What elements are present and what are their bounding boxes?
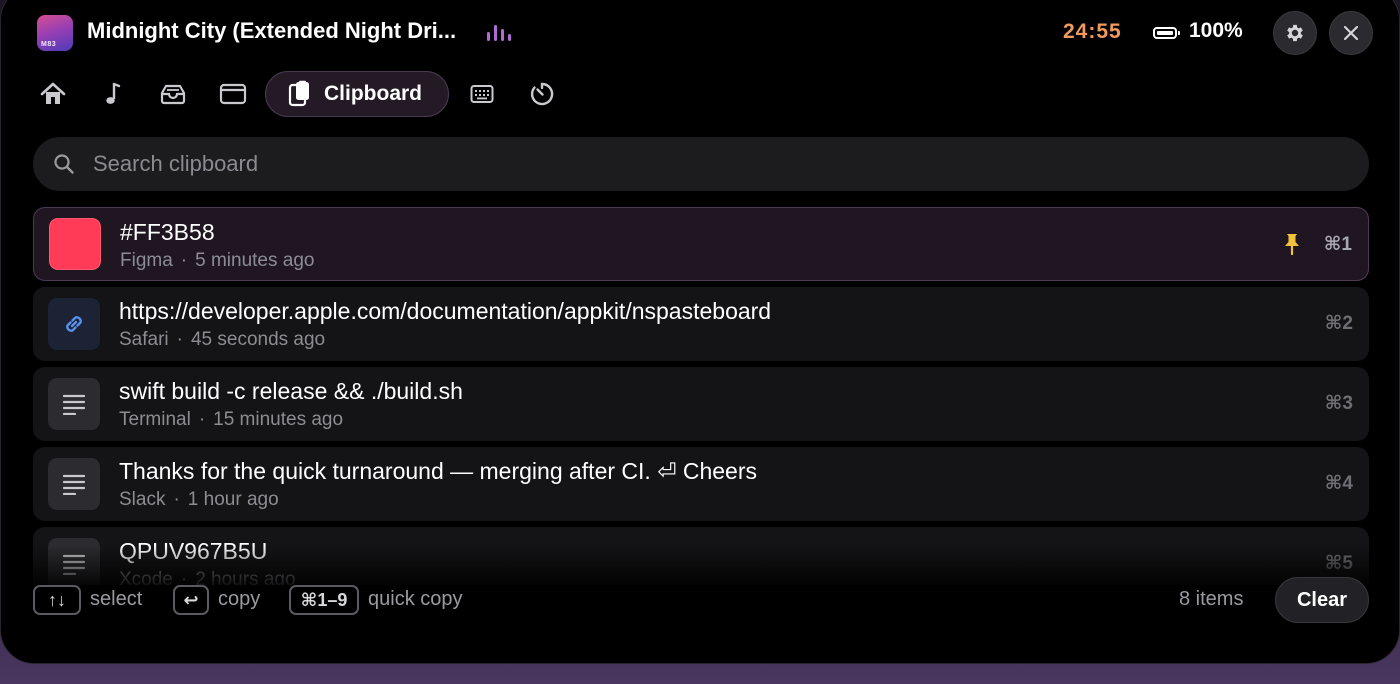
clear-button[interactable]: Clear: [1275, 577, 1369, 623]
album-art-text: M83: [41, 41, 57, 48]
quick-copy-key: ⌘1–9: [289, 585, 359, 615]
now-playing-title[interactable]: Midnight City (Extended Night Dri...: [87, 18, 456, 44]
gear-icon: [1287, 24, 1303, 42]
keyboard-icon: [470, 85, 494, 103]
item-source: Terminal: [119, 409, 191, 430]
tab-keyboard[interactable]: [462, 71, 502, 117]
item-meta: Figma · 5 minutes ago: [120, 250, 315, 271]
text-lines-icon: [62, 394, 86, 415]
item-source: Slack: [119, 489, 166, 510]
item-title: #FF3B58: [120, 219, 215, 245]
clipboard-list[interactable]: #FF3B58 Figma · 5 minutes ago ⌘1 https:/…: [33, 207, 1369, 585]
text-lines-icon: [62, 554, 86, 575]
battery-percentage: 100%: [1189, 19, 1243, 42]
select-hint: select: [90, 588, 143, 610]
clipboard-window: M83 Midnight City (Extended Night Dri...…: [0, 0, 1400, 664]
clipboard-item-2[interactable]: https://developer.apple.com/documentatio…: [33, 287, 1369, 361]
select-key: ↑↓: [33, 585, 81, 615]
item-meta: Terminal · 15 minutes ago: [119, 409, 344, 430]
equalizer-icon: [487, 25, 511, 41]
pin-icon[interactable]: [1282, 232, 1302, 256]
clipboard-item-3[interactable]: swift build -c release && ./build.sh Ter…: [33, 367, 1369, 441]
item-title: QPUV967B5U: [119, 538, 268, 564]
music-note-icon: [106, 82, 121, 104]
battery-icon: [1153, 27, 1180, 39]
item-title: swift build -c release && ./build.sh: [119, 378, 463, 404]
clipboard-item-1[interactable]: #FF3B58 Figma · 5 minutes ago ⌘1: [33, 207, 1369, 281]
item-count: 8 items: [1179, 588, 1244, 610]
item-shortcut: ⌘5: [1324, 553, 1353, 574]
item-time: 2 hours ago: [195, 569, 296, 585]
item-title: https://developer.apple.com/documentatio…: [119, 298, 772, 324]
return-key: ↩: [173, 585, 209, 615]
clipboard-item-5[interactable]: QPUV967B5U Xcode · 2 hours ago ⌘5: [33, 527, 1369, 585]
item-time: 45 seconds ago: [190, 329, 326, 350]
tab-music[interactable]: [93, 71, 133, 117]
item-time: 15 minutes ago: [213, 409, 344, 430]
home-icon: [40, 82, 66, 104]
tab-window[interactable]: [213, 71, 253, 117]
link-icon: [66, 316, 82, 332]
item-meta: Xcode · 2 hours ago: [119, 569, 296, 585]
item-shortcut: ⌘4: [1324, 473, 1353, 494]
close-icon: [1343, 25, 1359, 41]
tab-shelf[interactable]: [153, 71, 193, 117]
tab-clipboard[interactable]: Clipboard: [265, 71, 449, 117]
tab-home[interactable]: [33, 71, 73, 117]
tab-clipboard-label: Clipboard: [324, 82, 422, 105]
timer-readout[interactable]: 24:55: [1063, 20, 1122, 44]
item-meta: Slack · 1 hour ago: [119, 489, 279, 510]
text-lines-icon: [62, 474, 86, 495]
item-source: Safari: [119, 329, 169, 350]
settings-button[interactable]: [1273, 11, 1317, 55]
clipboard-icon: [288, 80, 309, 107]
search-input[interactable]: [91, 150, 1295, 178]
close-button[interactable]: [1329, 11, 1373, 55]
item-title: Thanks for the quick turnaround — mergin…: [119, 458, 758, 484]
quick-copy-hint: quick copy: [368, 588, 463, 610]
item-meta: Safari · 45 seconds ago: [119, 329, 326, 350]
tab-timer[interactable]: [522, 71, 562, 117]
item-source: Figma: [120, 250, 173, 271]
item-thumbnail: [48, 458, 100, 510]
item-shortcut: ⌘2: [1324, 313, 1353, 334]
copy-hint: copy: [218, 588, 261, 610]
item-thumbnail: [48, 538, 100, 585]
item-thumbnail: [48, 378, 100, 430]
window-icon: [219, 83, 247, 105]
color-swatch: [49, 218, 101, 270]
album-art[interactable]: M83: [37, 15, 73, 51]
tray-icon: [160, 84, 186, 105]
item-source: Xcode: [119, 569, 173, 585]
item-thumbnail: [48, 298, 100, 350]
item-time: 1 hour ago: [187, 489, 279, 510]
search-icon: [54, 154, 74, 174]
search-bar[interactable]: [33, 137, 1369, 191]
clipboard-item-4[interactable]: Thanks for the quick turnaround — mergin…: [33, 447, 1369, 521]
timer-icon: [530, 82, 554, 106]
item-shortcut: ⌘1: [1323, 234, 1352, 255]
item-time: 5 minutes ago: [195, 250, 315, 271]
item-shortcut: ⌘3: [1324, 393, 1353, 414]
